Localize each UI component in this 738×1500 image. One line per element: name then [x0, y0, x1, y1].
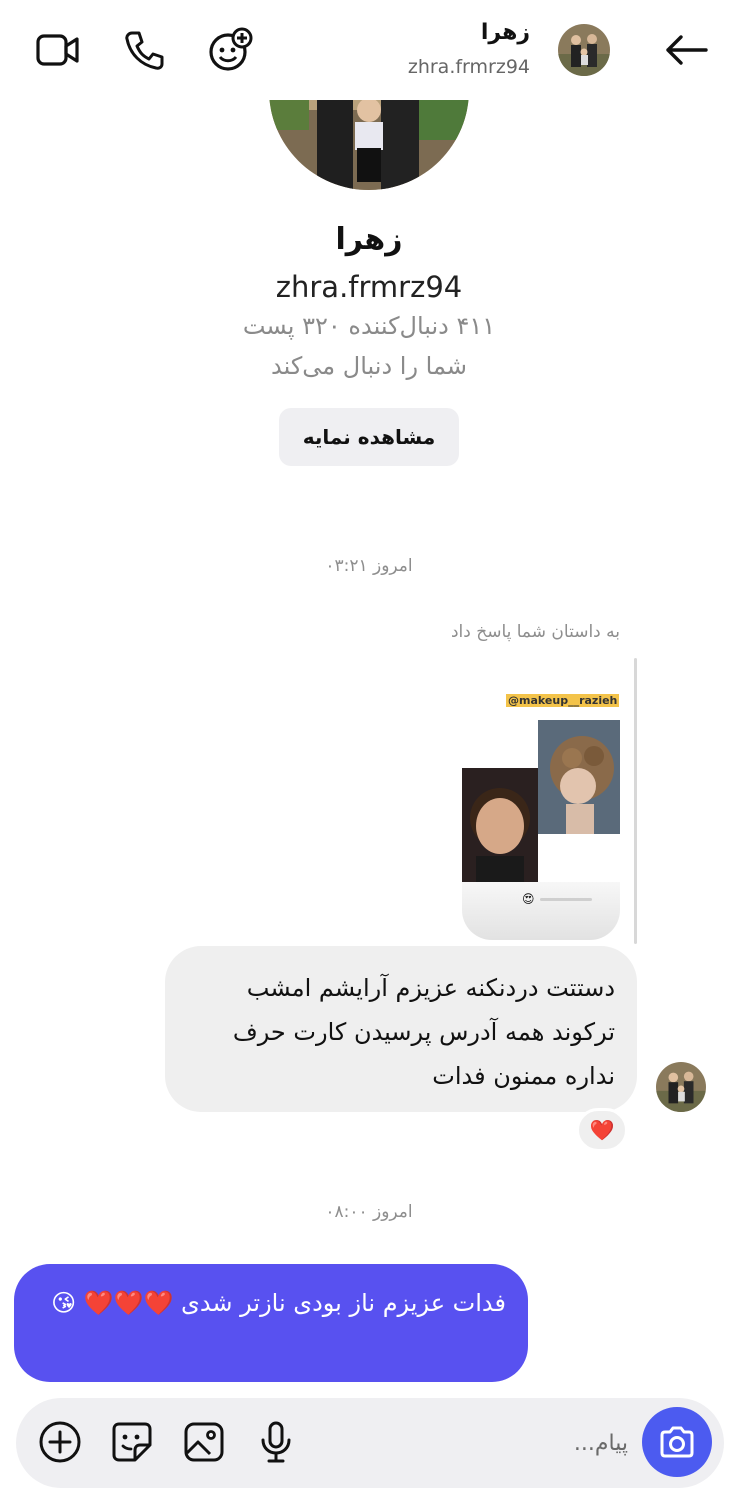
phone-icon[interactable] — [116, 22, 172, 78]
header-name: زهرا — [480, 20, 530, 45]
sticker-icon[interactable] — [108, 1418, 156, 1466]
back-arrow-icon[interactable] — [658, 22, 714, 78]
gallery-icon[interactable] — [180, 1418, 228, 1466]
story-image-after — [538, 720, 620, 834]
header-username: zhra.frmrz94 — [407, 56, 530, 78]
add-people-icon[interactable] — [202, 22, 258, 78]
video-call-icon[interactable] — [30, 22, 86, 78]
header-avatar[interactable] — [558, 24, 610, 76]
heart-reaction[interactable]: ❤️ — [576, 1108, 628, 1152]
view-profile-button[interactable]: مشاهده نمایه — [279, 408, 459, 466]
outgoing-message-bubble[interactable]: فدات عزیزم ناز بودی نازتر شدی ❤️❤️❤️ 😘 — [14, 1264, 528, 1382]
story-footer — [462, 882, 620, 940]
profile-name: زهرا — [335, 222, 403, 257]
story-reply-label: به داستان شما پاسخ داد — [450, 622, 620, 642]
incoming-message-bubble[interactable]: دستتت دردنکنه عزیزم آرایشم امشب ترکوند ه… — [165, 946, 637, 1112]
follows-you-text: شما را دنبال می‌کند — [271, 352, 467, 380]
message-input[interactable] — [428, 1418, 628, 1468]
profile-username: zhra.frmrz94 — [275, 270, 463, 304]
story-image-before — [462, 768, 538, 884]
story-emoji-slider-icon: 😍 — [522, 892, 535, 906]
story-mention-tag: @makeup__razieh — [506, 694, 620, 707]
camera-icon[interactable] — [642, 1407, 712, 1477]
story-slider-track — [540, 898, 592, 901]
sender-avatar[interactable] — [656, 1062, 706, 1112]
story-reply-bar — [634, 658, 637, 944]
profile-stats: ۴۱۱ دنبال‌کننده ۳۲۰ پست — [242, 312, 496, 340]
timestamp: امروز ۰۸:۰۰ — [325, 1202, 413, 1222]
chat-header: zhra.frmrz94 زهرا — [0, 0, 738, 100]
add-icon[interactable] — [36, 1418, 84, 1466]
timestamp: امروز ۰۳:۲۱ — [325, 556, 413, 576]
microphone-icon[interactable] — [252, 1418, 300, 1466]
